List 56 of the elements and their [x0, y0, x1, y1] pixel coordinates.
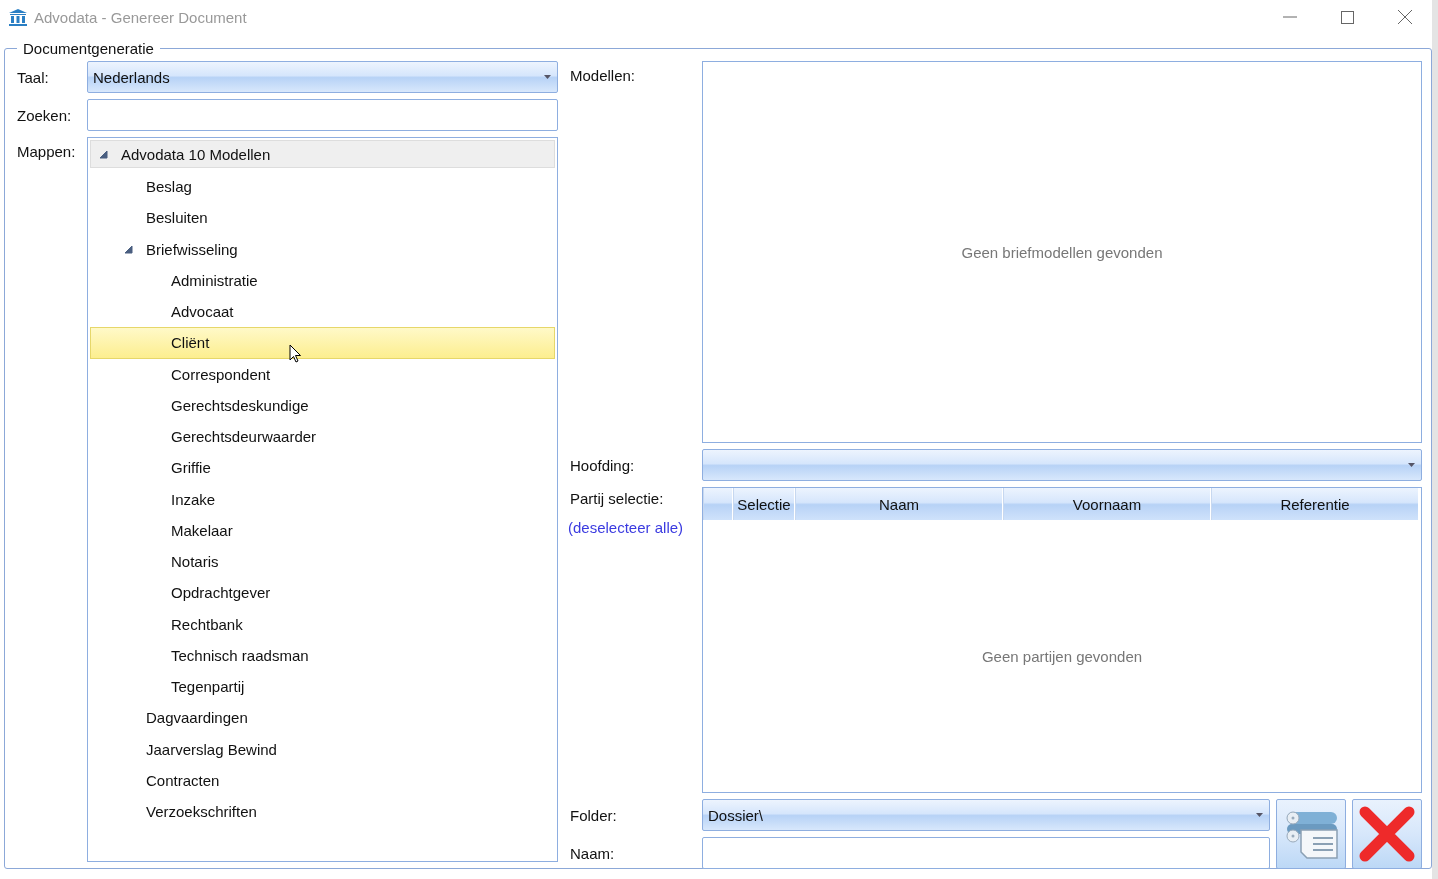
- caret-icon: [1256, 813, 1264, 817]
- group-title: Documentgeneratie: [22, 40, 155, 57]
- empty-message: Geen briefmodellen gevonden: [961, 243, 1163, 261]
- tree-item[interactable]: Gerechtsdeurwaarder: [90, 421, 555, 453]
- tree-item[interactable]: Opdrachtgever: [90, 577, 555, 609]
- window-title: Advodata - Genereer Document: [34, 8, 247, 26]
- deselect-all-link[interactable]: (deselecteer alle): [568, 519, 702, 536]
- language-dropdown[interactable]: Nederlands: [87, 61, 558, 93]
- models-label: Modellen:: [570, 67, 637, 84]
- expander-icon[interactable]: [99, 149, 108, 159]
- caret-icon: [544, 75, 551, 79]
- name-label: Naam:: [570, 844, 616, 862]
- tree-item[interactable]: Gerechtsdeskundige: [90, 389, 555, 421]
- tree-item[interactable]: Technisch raadsman: [90, 639, 555, 671]
- tree-item[interactable]: Makelaar: [90, 514, 555, 546]
- tree-item[interactable]: Verzoekschriften: [90, 796, 555, 828]
- tree-item[interactable]: Besluiten: [90, 202, 555, 234]
- language-label: Taal:: [17, 68, 50, 86]
- generate-button[interactable]: [1276, 799, 1347, 869]
- tree-item[interactable]: Notaris: [90, 546, 555, 578]
- folder-label: Folder:: [570, 806, 618, 824]
- tree-item[interactable]: Advocaat: [90, 296, 555, 328]
- heading-dropdown[interactable]: [702, 449, 1422, 481]
- column-header[interactable]: Voornaam: [1003, 488, 1211, 520]
- parties-label: Partij selectie:: [570, 490, 664, 507]
- tree-item[interactable]: Briefwisseling: [90, 233, 555, 265]
- tree-item[interactable]: Advodata 10 Modellen: [90, 140, 555, 168]
- row-header-cell: [703, 488, 733, 520]
- column-header[interactable]: Selectie: [733, 488, 795, 520]
- mouse-pointer-icon: [289, 344, 302, 364]
- folders-label: Mappen:: [17, 143, 77, 160]
- tree-item[interactable]: Correspondent: [90, 358, 555, 390]
- tree-item[interactable]: Griffie: [90, 452, 555, 484]
- column-header[interactable]: Referentie: [1211, 488, 1419, 520]
- tree-item[interactable]: Rechtbank: [90, 608, 555, 640]
- column-header[interactable]: Naam: [795, 488, 1003, 520]
- search-field[interactable]: [87, 99, 558, 131]
- folder-dropdown[interactable]: Dossier\: [702, 799, 1271, 831]
- tree-item[interactable]: Jaarverslag Bewind: [90, 733, 555, 765]
- tree-item[interactable]: Tegenpartij: [90, 671, 555, 703]
- expander-icon[interactable]: [124, 244, 133, 254]
- heading-label: Hoofding:: [570, 456, 636, 474]
- close-icon[interactable]: [1398, 10, 1412, 24]
- maximize-icon[interactable]: [1341, 10, 1354, 24]
- close-icon: [1359, 806, 1416, 862]
- caret-icon: [1408, 463, 1415, 467]
- tree-item[interactable]: Dagvaardingen: [90, 702, 555, 734]
- app-logo-icon: [8, 8, 28, 26]
- name-field[interactable]: [702, 837, 1271, 869]
- empty-message: Geen partijen gevonden: [981, 647, 1143, 665]
- tree-item[interactable]: Contracten: [90, 764, 555, 796]
- cancel-button[interactable]: [1352, 799, 1422, 869]
- tree-item[interactable]: Administratie: [90, 264, 555, 296]
- search-label: Zoeken:: [17, 106, 73, 124]
- tree-item[interactable]: Inzake: [90, 483, 555, 515]
- tree-item[interactable]: Beslag: [90, 171, 555, 203]
